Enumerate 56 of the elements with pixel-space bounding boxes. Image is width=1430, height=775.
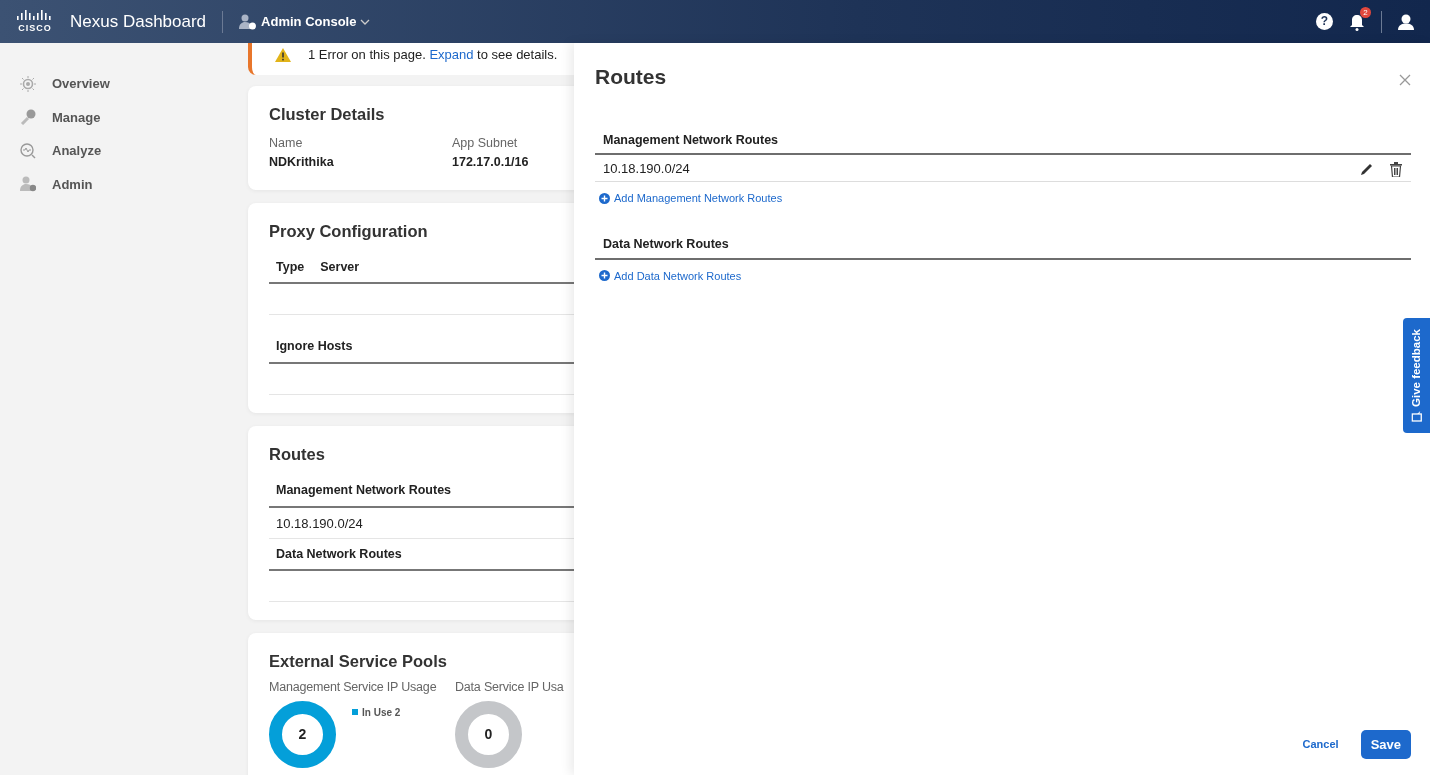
chart-title: Management Service IP Usage (269, 679, 438, 696)
logo-text: CISCO (18, 24, 52, 33)
close-icon (1399, 73, 1411, 86)
donut-center-value: 2 (298, 724, 307, 744)
save-button[interactable]: Save (1360, 729, 1411, 759)
card-title: Routes (269, 444, 326, 465)
user-gear-icon (239, 13, 258, 30)
table-heading: Ignore Hosts (276, 339, 353, 354)
bell-icon[interactable] (1349, 13, 1365, 32)
route-value: 10.18.190.0/24 (603, 159, 691, 178)
sidebar-item[interactable]: Overview (0, 67, 235, 101)
warning-icon (274, 46, 292, 63)
manage-icon (20, 109, 36, 126)
donut-center-value: 0 (484, 724, 493, 744)
chevron-down-icon (360, 18, 371, 25)
notification-badge: 2 (1360, 6, 1371, 18)
chart-title: Data Service IP Usa (455, 679, 565, 696)
alert-message: 1 Error on this page. Expand to see details. (308, 46, 558, 64)
table-cell: 10.18.190.0/24 (276, 515, 363, 531)
card-title: Proxy Configuration (269, 220, 429, 242)
user-icon[interactable] (1398, 13, 1414, 30)
add-route-link[interactable]: Add Management Network Routes (595, 190, 787, 207)
field-label: App Subnet (452, 135, 519, 153)
cancel-button[interactable]: Cancel (1296, 735, 1345, 754)
logo-bars-icon (16, 10, 54, 20)
help-button[interactable]: ? (1316, 13, 1333, 30)
overview-icon (20, 75, 36, 92)
plus-circle-icon (599, 193, 610, 204)
usage-ring-drawing (269, 700, 336, 768)
table-heading: Data Network Routes (276, 546, 402, 561)
trash-icon (1389, 161, 1403, 177)
legend-label: In Use 2 (362, 705, 401, 720)
expand-link[interactable]: Expand (429, 47, 474, 62)
table-heading: Management Network Routes (276, 482, 452, 497)
field-value: 172.17.0.1/16 (452, 154, 530, 171)
card-title: External Service Pools (269, 651, 448, 673)
section-heading: Management Network Routes (603, 132, 779, 147)
feedback-tab[interactable]: Give feedback (1403, 318, 1430, 433)
add-route-link[interactable]: Add Data Network Routes (595, 267, 746, 284)
console-switcher[interactable]: Admin Console (239, 11, 371, 32)
card-title: Cluster Details (269, 103, 386, 125)
app-title: Nexus Dashboard (70, 10, 207, 33)
column-header: Server (320, 258, 360, 276)
admin-icon (20, 176, 36, 193)
pencil-icon (1360, 162, 1373, 176)
field-value: NDKrithika (269, 154, 335, 171)
panel-title: Routes (595, 64, 667, 90)
analyze-icon (20, 142, 36, 159)
usage-ring-drawing (455, 700, 522, 768)
sidebar-item[interactable]: Admin (0, 167, 235, 201)
plus-circle-icon (599, 270, 610, 282)
section-heading: Data Network Routes (603, 236, 729, 251)
field-label: Name (269, 135, 304, 153)
column-header: Type (276, 258, 305, 276)
sidebar-item[interactable]: Manage (0, 100, 235, 134)
sidebar-item[interactable]: Analyze (0, 134, 235, 168)
